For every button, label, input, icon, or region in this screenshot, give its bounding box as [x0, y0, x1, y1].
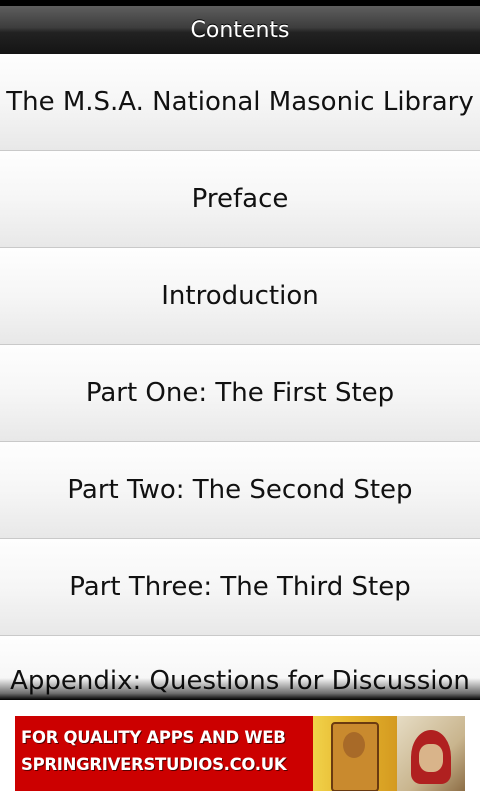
list-item-appendix[interactable]: Appendix: Questions for Discussion [0, 636, 480, 700]
list-item-label: Preface [191, 184, 289, 214]
portrait-figure-icon [331, 722, 379, 791]
list-item-part-one[interactable]: Part One: The First Step [0, 345, 480, 442]
list-item-msa-library[interactable]: The M.S.A. National Masonic Library [0, 54, 480, 151]
list-item-label: The M.S.A. National Masonic Library [6, 87, 474, 117]
list-item-label: Introduction [161, 281, 319, 311]
title-bar: Contents [0, 6, 480, 54]
ad-line-2: SPRINGRIVERSTUDIOS.CO.UK [21, 755, 287, 774]
ad-line-1: FOR QUALITY APPS AND WEB [21, 728, 286, 747]
ad-banner[interactable]: FOR QUALITY APPS AND WEB SPRINGRIVERSTUD… [15, 716, 465, 791]
ad-painting-image [397, 716, 465, 791]
contents-list[interactable]: The M.S.A. National Masonic Library Pref… [0, 54, 480, 700]
ad-area: FOR QUALITY APPS AND WEB SPRINGRIVERSTUD… [0, 700, 480, 800]
list-item-introduction[interactable]: Introduction [0, 248, 480, 345]
ad-text: FOR QUALITY APPS AND WEB SPRINGRIVERSTUD… [21, 724, 306, 778]
list-item-part-three[interactable]: Part Three: The Third Step [0, 539, 480, 636]
face-icon [419, 744, 443, 772]
list-item-preface[interactable]: Preface [0, 151, 480, 248]
app-screen: Contents The M.S.A. National Masonic Lib… [0, 0, 480, 800]
list-item-label: Part Two: The Second Step [67, 475, 413, 505]
list-item-label: Appendix: Questions for Discussion [10, 666, 470, 696]
list-item-label: Part One: The First Step [85, 378, 395, 408]
list-item-part-two[interactable]: Part Two: The Second Step [0, 442, 480, 539]
list-item-label: Part Three: The Third Step [69, 572, 411, 602]
page-title: Contents [190, 17, 290, 43]
ad-portrait-image [313, 716, 397, 791]
